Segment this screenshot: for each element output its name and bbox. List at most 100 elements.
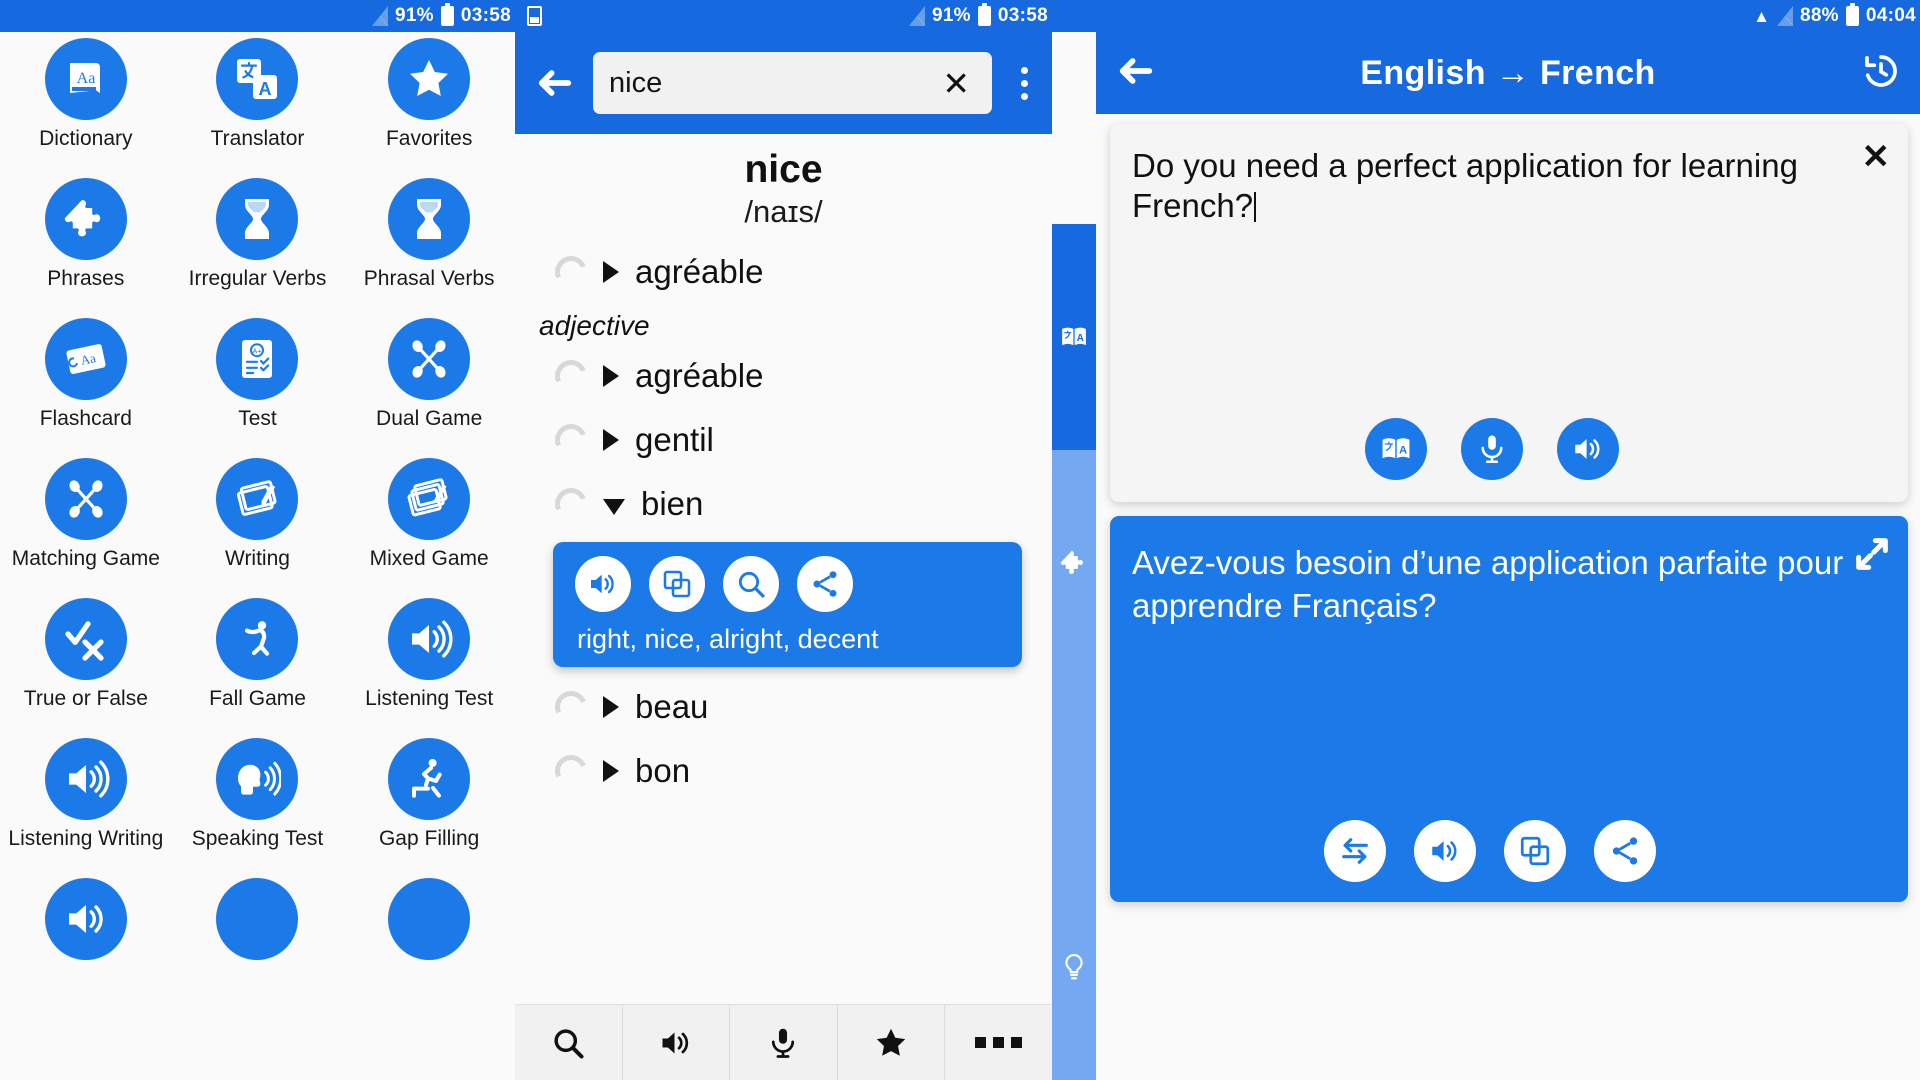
clock-1: 03:58 xyxy=(460,5,511,26)
translation-output-card[interactable]: Avez-vous besoin d’une application parfa… xyxy=(1110,516,1908,902)
favorite-arc-icon[interactable] xyxy=(550,419,592,461)
tile-writing[interactable]: Writing xyxy=(172,458,344,596)
tile-phrasal-verbs[interactable]: Phrasal Verbs xyxy=(343,178,515,316)
running-person-icon xyxy=(388,738,471,820)
back-arrow-icon[interactable] xyxy=(1116,51,1156,96)
speaker-icon[interactable] xyxy=(1414,820,1476,882)
search-input[interactable]: nice ✕ xyxy=(593,52,992,114)
tile-fall-game[interactable]: Fall Game xyxy=(172,598,344,736)
tile-dual-game[interactable]: Dual Game xyxy=(343,318,515,456)
bottom-search-button[interactable] xyxy=(515,1005,623,1080)
share-icon[interactable] xyxy=(797,556,853,612)
favorite-arc-icon[interactable] xyxy=(550,483,592,525)
definition-row[interactable]: beau xyxy=(515,675,1052,739)
favorite-arc-icon[interactable] xyxy=(550,686,592,728)
tile-extra-2[interactable] xyxy=(172,878,344,1016)
tile-label: Phrasal Verbs xyxy=(363,267,495,290)
side-rail: A xyxy=(1052,32,1096,1080)
definition-row[interactable]: bon xyxy=(515,739,1052,803)
favorite-arc-icon[interactable] xyxy=(550,750,592,792)
tile-test[interactable]: A+ Test xyxy=(172,318,344,456)
speaking-head-icon xyxy=(216,738,299,820)
back-arrow-icon[interactable] xyxy=(531,59,579,107)
tile-label: Matching Game xyxy=(11,547,160,570)
clear-search-icon[interactable]: ✕ xyxy=(936,67,976,100)
speaker-icon[interactable] xyxy=(1557,418,1619,480)
tile-label: Listening Test xyxy=(365,687,494,710)
tile-listening-writing[interactable]: Listening Writing xyxy=(0,738,172,876)
translator-body: English → French ✕ Do you need a perfect… xyxy=(1096,32,1920,1080)
tile-extra-3[interactable] xyxy=(343,878,515,1016)
definition-row-expanded[interactable]: bien xyxy=(515,472,1052,536)
language-pair-title[interactable]: English → French xyxy=(1178,54,1838,93)
bottom-speaker-button[interactable] xyxy=(623,1005,731,1080)
speaker-icon[interactable] xyxy=(575,556,631,612)
tile-speaking-test[interactable]: Speaking Test xyxy=(172,738,344,876)
search-input-value: nice xyxy=(609,66,663,99)
definition-text: agréable xyxy=(635,253,764,290)
share-icon[interactable] xyxy=(1594,820,1656,882)
rail-item-phrases[interactable] xyxy=(1052,450,1096,676)
tile-mixed-game[interactable]: Mixed Game xyxy=(343,458,515,596)
tile-translator[interactable]: A Translator xyxy=(172,38,344,176)
blank-icon xyxy=(388,878,471,960)
chevron-right-icon xyxy=(603,365,619,387)
writing-pen-icon xyxy=(216,458,299,540)
tile-gap-filling[interactable]: Gap Filling xyxy=(343,738,515,876)
rail-spacer xyxy=(1052,676,1096,854)
tile-dictionary[interactable]: Aa Dictionary xyxy=(0,38,172,176)
battery-percent-2: 91% xyxy=(931,5,971,26)
tile-phrases[interactable]: Phrases xyxy=(0,178,172,316)
check-cross-icon xyxy=(44,598,127,680)
bottom-microphone-button[interactable] xyxy=(730,1005,838,1080)
definition-row[interactable]: agréable xyxy=(515,344,1052,408)
tile-extra-1[interactable] xyxy=(0,878,172,1016)
bottom-favorite-button[interactable] xyxy=(838,1005,946,1080)
definition-row[interactable]: gentil xyxy=(515,408,1052,472)
favorite-arc-icon[interactable] xyxy=(550,355,592,397)
home-grid-panel: Aa Dictionary A Translator Favorites Phr… xyxy=(0,0,515,1080)
expand-icon[interactable] xyxy=(1852,534,1892,579)
favorite-arc-icon[interactable] xyxy=(550,251,592,293)
rail-item-tips[interactable] xyxy=(1052,854,1096,1080)
chevron-down-icon xyxy=(603,498,625,515)
book-aa-icon: Aa xyxy=(44,38,127,120)
close-icon[interactable]: ✕ xyxy=(1862,140,1891,174)
svg-text:Aa: Aa xyxy=(79,350,97,368)
tile-irregular-verbs[interactable]: Irregular Verbs xyxy=(172,178,344,316)
bottom-more-button[interactable] xyxy=(945,1005,1052,1080)
tile-flashcard[interactable]: Aa Flashcard xyxy=(0,318,172,456)
rail-item-translator[interactable]: A xyxy=(1052,224,1096,450)
source-text-card[interactable]: ✕ Do you need a perfect application for … xyxy=(1110,124,1908,502)
history-icon[interactable] xyxy=(1860,50,1902,97)
tile-label: True or False xyxy=(23,687,148,710)
definition-row[interactable]: agréable xyxy=(515,240,1052,304)
speaker-icon xyxy=(44,878,127,960)
translate-icon: A xyxy=(1062,327,1086,346)
svg-text:A: A xyxy=(259,79,272,99)
overflow-menu-icon[interactable] xyxy=(1006,55,1042,111)
copy-icon[interactable] xyxy=(649,556,705,612)
copy-icon[interactable] xyxy=(1504,820,1566,882)
dual-game-icon xyxy=(388,318,471,400)
tile-favorites[interactable]: Favorites xyxy=(343,38,515,176)
tile-true-or-false[interactable]: True or False xyxy=(0,598,172,736)
tile-label: Mixed Game xyxy=(369,547,489,570)
microphone-icon xyxy=(772,1028,795,1058)
star-icon xyxy=(388,38,471,120)
swap-icon[interactable] xyxy=(1324,820,1386,882)
bulb-icon xyxy=(1065,954,1083,980)
translation-text: Avez-vous besoin d’une application parfa… xyxy=(1132,544,1844,624)
search-icon[interactable] xyxy=(723,556,779,612)
tile-listening-test[interactable]: Listening Test xyxy=(343,598,515,736)
tile-label: Fall Game xyxy=(209,687,306,710)
chevron-right-icon xyxy=(603,261,619,283)
matching-game-icon xyxy=(44,458,127,540)
definition-action-card: right, nice, alright, decent xyxy=(553,542,1022,667)
speaker-icon xyxy=(44,738,127,820)
signal-icon xyxy=(372,6,388,26)
translate-icon[interactable]: A xyxy=(1365,418,1427,480)
microphone-icon[interactable] xyxy=(1461,418,1523,480)
tile-matching-game[interactable]: Matching Game xyxy=(0,458,172,596)
app-notification-icon xyxy=(527,6,542,26)
